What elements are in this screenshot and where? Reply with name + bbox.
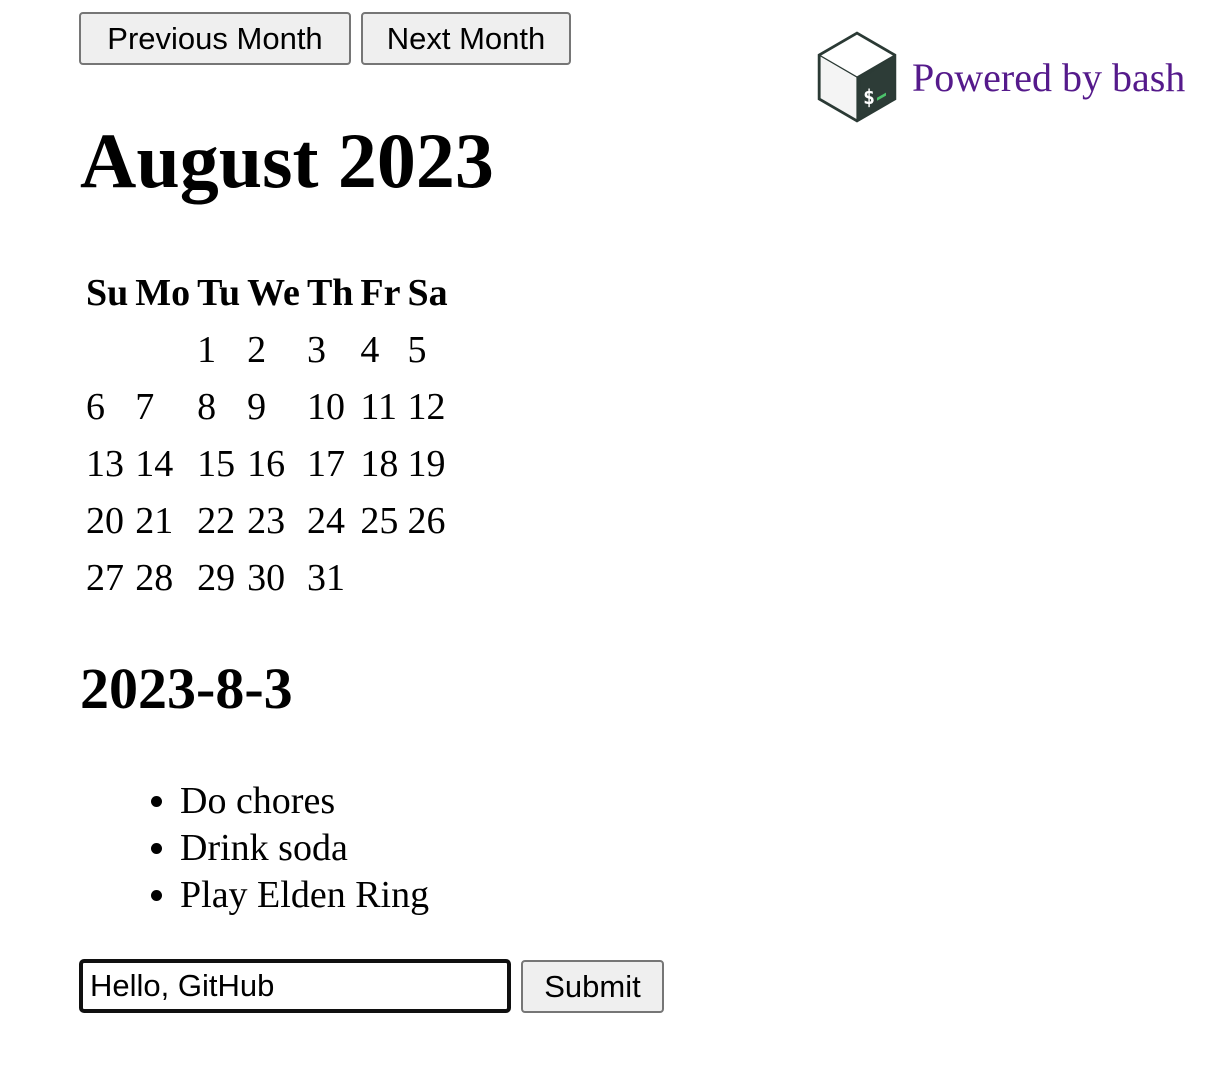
weekday-header: We — [247, 272, 300, 314]
add-todo-form: Submit — [79, 959, 664, 1013]
calendar-day[interactable]: 19 — [407, 436, 449, 493]
weekday-header-row: Su Mo Tu We Th Fr Sa — [85, 265, 449, 322]
calendar-day[interactable]: 7 — [134, 379, 191, 436]
calendar-page: Previous Month Next Month $ Powered by b… — [0, 0, 1230, 1074]
calendar-week-row: 1 2 3 4 5 — [85, 322, 449, 379]
weekday-header: Fr — [360, 272, 401, 314]
calendar-day[interactable]: 9 — [246, 379, 301, 436]
todo-list: Do chores Drink soda Play Elden Ring — [80, 778, 429, 919]
calendar-day[interactable]: 27 — [85, 550, 129, 607]
calendar-day[interactable]: 8 — [196, 379, 241, 436]
next-month-button[interactable]: Next Month — [361, 12, 571, 65]
powered-by-text: Powered by bash — [912, 54, 1186, 100]
calendar-week-row: 6 7 8 9 10 11 12 — [85, 379, 449, 436]
todo-text-input[interactable] — [79, 959, 511, 1013]
calendar-day[interactable]: 29 — [196, 550, 241, 607]
calendar-day[interactable]: 14 — [134, 436, 191, 493]
month-navigation: Previous Month Next Month — [79, 12, 571, 65]
calendar-day[interactable]: 21 — [134, 493, 191, 550]
calendar-day[interactable]: 10 — [306, 379, 354, 436]
weekday-header: Th — [306, 272, 354, 314]
calendar-day[interactable]: 12 — [407, 379, 449, 436]
calendar-day[interactable]: 25 — [359, 493, 401, 550]
todo-item: Drink soda — [180, 825, 429, 872]
calendar-day[interactable] — [85, 322, 129, 379]
todo-item: Play Elden Ring — [180, 872, 429, 919]
calendar-day[interactable]: 3 — [306, 322, 354, 379]
calendar-day[interactable]: 4 — [359, 322, 401, 379]
calendar-day[interactable]: 15 — [196, 436, 241, 493]
selected-date-heading: 2023-8-3 — [80, 656, 293, 721]
submit-button[interactable]: Submit — [521, 959, 664, 1013]
month-title: August 2023 — [80, 117, 494, 204]
calendar-day[interactable]: 2 — [246, 322, 301, 379]
weekday-header: Tu — [197, 272, 241, 314]
bash-logo-icon: $ — [816, 31, 898, 123]
calendar-day[interactable]: 1 — [196, 322, 241, 379]
calendar-grid: Su Mo Tu We Th Fr Sa 1 2 3 4 5 6 7 8 9 1… — [80, 265, 454, 607]
calendar-day[interactable] — [407, 550, 449, 607]
powered-by-bash-link[interactable]: $ Powered by bash — [816, 31, 1185, 123]
bash-dollar-glyph: $ — [863, 85, 875, 109]
calendar-day[interactable] — [134, 322, 191, 379]
calendar-day[interactable]: 24 — [306, 493, 354, 550]
todo-item: Do chores — [180, 778, 429, 825]
calendar-day[interactable] — [359, 550, 401, 607]
calendar-week-row: 13 14 15 16 17 18 19 — [85, 436, 449, 493]
previous-month-button[interactable]: Previous Month — [79, 12, 351, 65]
calendar-week-row: 20 21 22 23 24 25 26 — [85, 493, 449, 550]
calendar-day[interactable]: 5 — [407, 322, 449, 379]
calendar-day[interactable]: 22 — [196, 493, 241, 550]
calendar-day[interactable]: 13 — [85, 436, 129, 493]
weekday-header: Su — [86, 272, 129, 314]
calendar-day[interactable]: 31 — [306, 550, 354, 607]
calendar-day[interactable]: 23 — [246, 493, 301, 550]
calendar-day[interactable]: 18 — [359, 436, 401, 493]
calendar-week-row: 27 28 29 30 31 — [85, 550, 449, 607]
calendar-day[interactable]: 16 — [246, 436, 301, 493]
weekday-header: Mo — [135, 272, 191, 314]
calendar-day[interactable]: 20 — [85, 493, 129, 550]
weekday-header: Sa — [407, 272, 448, 314]
calendar-day[interactable]: 30 — [246, 550, 301, 607]
calendar-day[interactable]: 11 — [359, 379, 401, 436]
calendar-day[interactable]: 6 — [85, 379, 129, 436]
calendar-day[interactable]: 28 — [134, 550, 191, 607]
calendar-day[interactable]: 26 — [407, 493, 449, 550]
calendar-day[interactable]: 17 — [306, 436, 354, 493]
